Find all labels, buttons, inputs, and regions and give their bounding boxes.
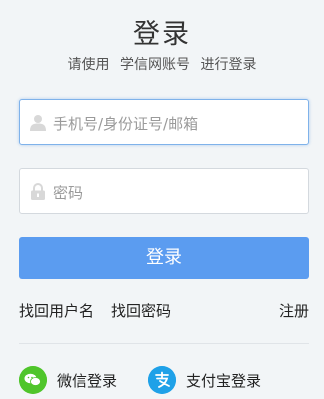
login-subtitle: 请使用 学信网账号 进行登录 [0, 54, 324, 74]
recover-username-link[interactable]: 找回用户名 [19, 300, 94, 321]
page-title: 登录 [133, 19, 191, 50]
user-icon [30, 115, 46, 131]
wechat-login-button[interactable]: 微信登录 [19, 366, 129, 394]
subtitle-part-2: 学信网账号 [120, 57, 190, 73]
lock-icon [31, 183, 45, 200]
account-placeholder: 手机号/身份证号/邮箱 [53, 115, 199, 133]
subtitle-part-1: 请使用 [67, 57, 110, 73]
account-input[interactable]: 手机号/身份证号/邮箱 [19, 99, 309, 145]
login-button[interactable]: 登录 [19, 237, 309, 279]
wechat-login-label: 微信登录 [57, 372, 118, 390]
password-input[interactable]: 密码 [19, 168, 309, 214]
wechat-icon [19, 366, 47, 394]
password-placeholder: 密码 [53, 184, 84, 202]
alipay-icon [148, 366, 176, 394]
recover-password-link[interactable]: 找回密码 [111, 300, 171, 321]
divider [19, 343, 309, 344]
alipay-login-label: 支付宝登录 [186, 372, 262, 390]
register-link[interactable]: 注册 [279, 300, 309, 321]
alipay-login-button[interactable]: 支付宝登录 [148, 366, 278, 394]
subtitle-part-3: 进行登录 [200, 57, 257, 73]
